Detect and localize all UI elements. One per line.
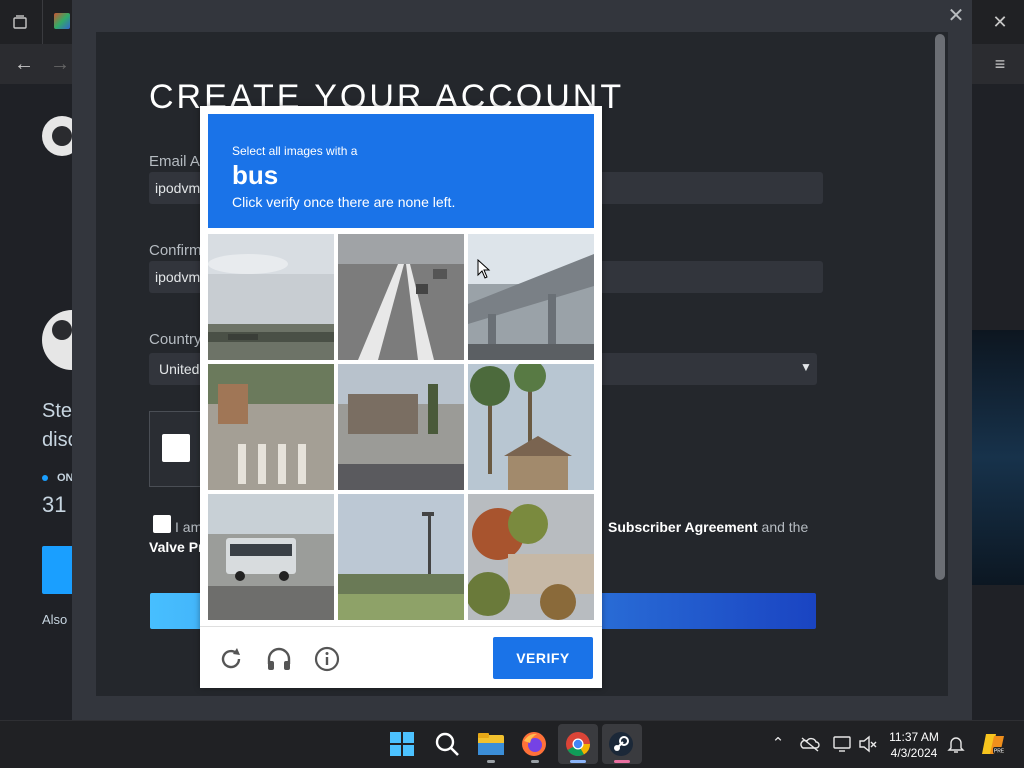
captcha-target-word: bus xyxy=(232,160,279,190)
copilot-icon[interactable]: PRE xyxy=(980,731,1006,757)
tab-actions-icon[interactable] xyxy=(8,10,32,34)
info-icon[interactable] xyxy=(312,644,342,674)
steam-icon[interactable] xyxy=(608,731,636,759)
file-explorer-indicator xyxy=(487,760,495,763)
notifications-icon[interactable] xyxy=(946,734,966,754)
email-label: Email Ac xyxy=(149,153,208,170)
agree-text-prefix: I am xyxy=(175,519,203,535)
online-dot-icon xyxy=(42,475,48,481)
subscriber-agreement-link[interactable]: Subscriber Agreement xyxy=(608,519,758,535)
firefox-icon[interactable] xyxy=(521,731,549,759)
chrome-icon[interactable] xyxy=(565,731,593,759)
bg-also-text: Also xyxy=(42,612,68,627)
captcha-tile-overpass[interactable] xyxy=(468,234,594,360)
captcha-tile-highway-lanes[interactable] xyxy=(338,234,464,360)
captcha-prompt-line1: Select all images with a xyxy=(232,144,358,158)
captcha-challenge: Select all images with a bus Click verif… xyxy=(200,106,602,688)
bg-right-banner xyxy=(972,330,1024,585)
captcha-tile-bus-on-road[interactable] xyxy=(208,494,334,620)
agree-checkbox[interactable] xyxy=(153,515,171,533)
agree-mid-text: and the xyxy=(757,519,809,535)
captcha-tile-water-skyline[interactable] xyxy=(208,234,334,360)
search-icon[interactable] xyxy=(434,731,462,759)
window-close-icon[interactable]: ✕ xyxy=(988,10,1012,34)
confirm-email-label: Confirm xyxy=(149,242,202,259)
online-count: 31 xyxy=(42,492,67,517)
headphones-icon[interactable] xyxy=(264,644,294,674)
captcha-tile-parking-lot-buildings[interactable] xyxy=(338,364,464,490)
mouse-cursor-icon xyxy=(477,258,491,279)
firefox-indicator xyxy=(531,760,539,763)
onedrive-icon[interactable] xyxy=(800,734,820,754)
forward-arrow-icon[interactable]: → xyxy=(48,52,72,76)
refresh-icon[interactable] xyxy=(216,644,246,674)
captcha-tile-autumn-shrubs-wall[interactable] xyxy=(468,494,594,620)
clock-date: 4/3/2024 xyxy=(890,746,938,760)
captcha-prompt-line3: Click verify once there are none left. xyxy=(232,194,456,210)
verify-button[interactable]: VERIFY xyxy=(493,637,593,679)
volume-muted-icon[interactable] xyxy=(858,734,878,754)
tab-divider xyxy=(42,0,43,44)
clock-time: 11:37 AM xyxy=(889,730,939,744)
steam-indicator xyxy=(614,760,630,763)
modal-scrollbar[interactable] xyxy=(935,34,945,580)
privacy-policy-link[interactable]: Valve Pr xyxy=(149,539,204,555)
hamburger-menu-icon[interactable]: ≡ xyxy=(988,52,1012,76)
captcha-tile-crosswalk-plaza[interactable] xyxy=(208,364,334,490)
network-icon[interactable] xyxy=(832,734,852,754)
recaptcha-checkbox[interactable] xyxy=(162,434,190,462)
captcha-tile-palm-trees-houses[interactable] xyxy=(468,364,594,490)
modal-close-icon[interactable]: ✕ xyxy=(946,6,966,26)
chevron-down-icon[interactable]: ▼ xyxy=(800,360,812,374)
svg-text:PRE: PRE xyxy=(994,749,1005,755)
start-icon[interactable] xyxy=(389,731,417,759)
captcha-tile-street-lamp-lawn[interactable] xyxy=(338,494,464,620)
back-arrow-icon[interactable]: ← xyxy=(12,52,36,76)
captcha-prompt-header: Select all images with a bus Click verif… xyxy=(208,114,594,228)
bg-heading-fragment-1: Ste xyxy=(42,400,73,422)
chevron-up-icon[interactable]: ⌃ xyxy=(768,734,788,754)
taskbar-clock[interactable]: 11:37 AM 4/3/2024 xyxy=(878,729,950,761)
captcha-footer-divider xyxy=(200,626,602,627)
agree-text-line2: Valve Pr xyxy=(149,539,204,555)
tab-favicon[interactable] xyxy=(54,13,70,29)
file-explorer-icon[interactable] xyxy=(477,731,505,759)
chrome-indicator xyxy=(570,760,586,763)
country-label: Country xyxy=(149,331,202,348)
agree-text-suffix: Subscriber Agreement and the xyxy=(608,519,808,535)
